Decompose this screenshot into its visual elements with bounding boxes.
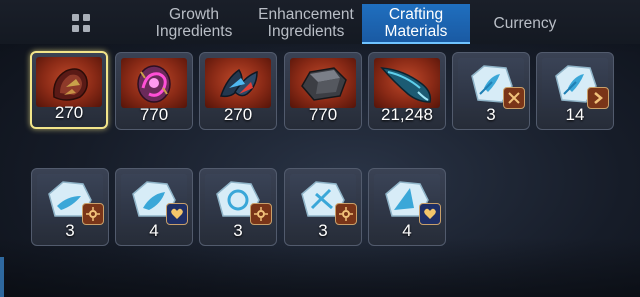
item-quantity: 4 — [149, 221, 159, 240]
item-art — [205, 58, 271, 108]
tab-label: Ingredients — [267, 23, 345, 40]
winged-crest-icon — [220, 68, 258, 98]
item-slot-blue-feather[interactable]: 21,248 — [368, 52, 446, 130]
item-slot-ice-crystal[interactable]: 3 — [199, 168, 277, 246]
tab-currency[interactable]: Currency — [472, 4, 578, 42]
grid-view-icon[interactable] — [72, 14, 92, 34]
item-quantity: 14 — [565, 105, 585, 124]
item-quantity: 4 — [402, 221, 412, 240]
item-slot-ice-crystal[interactable]: 3 — [452, 52, 530, 130]
tab-label: Enhancement — [258, 6, 354, 23]
tab-label: Materials — [384, 23, 448, 40]
tab-enhancement-ingredients[interactable]: Enhancement Ingredients — [252, 4, 360, 42]
item-slot-winged-crest[interactable]: 270 — [199, 52, 277, 130]
iron-ore-icon — [301, 67, 347, 101]
background — [0, 0, 640, 297]
item-slot-ice-crystal[interactable]: 14 — [536, 52, 614, 130]
item-slot-ice-crystal[interactable]: 4 — [368, 168, 446, 246]
tab-label: Growth — [169, 6, 219, 23]
item-art — [36, 57, 102, 107]
item-slot-ice-crystal[interactable]: 3 — [284, 168, 362, 246]
item-quantity: 3 — [318, 221, 328, 240]
dragon-scale-icon — [53, 68, 88, 101]
item-quantity: 3 — [65, 221, 75, 240]
item-art — [374, 58, 440, 108]
item-quantity: 3 — [486, 105, 496, 124]
item-art — [290, 58, 356, 108]
item-slot-dragon-scale[interactable]: 270 — [30, 51, 108, 129]
item-slot-magic-orb[interactable]: 770 — [115, 52, 193, 130]
item-slot-ice-crystal[interactable]: 3 — [31, 168, 109, 246]
item-quantity: 770 — [308, 105, 338, 124]
item-quantity: 270 — [54, 103, 84, 122]
tab-label: Currency — [493, 14, 557, 32]
background-accent — [0, 257, 4, 297]
item-quantity: 21,248 — [381, 105, 433, 124]
blue-feather-icon — [380, 67, 432, 103]
item-slot-ice-crystal[interactable]: 4 — [115, 168, 193, 246]
item-quantity: 770 — [139, 105, 169, 124]
tab-label: Ingredients — [155, 23, 233, 40]
item-slot-iron-ore[interactable]: 770 — [284, 52, 362, 130]
item-quantity: 3 — [233, 221, 243, 240]
item-quantity: 270 — [223, 105, 253, 124]
tab-crafting-materials[interactable]: Crafting Materials — [362, 4, 470, 44]
item-art — [121, 58, 187, 108]
magic-orb-icon — [137, 65, 171, 103]
tab-bar: Growth Ingredients Enhancement Ingredients… — [0, 0, 640, 44]
tab-label: Crafting — [388, 6, 444, 23]
tab-growth-ingredients[interactable]: Growth Ingredients — [140, 4, 248, 42]
